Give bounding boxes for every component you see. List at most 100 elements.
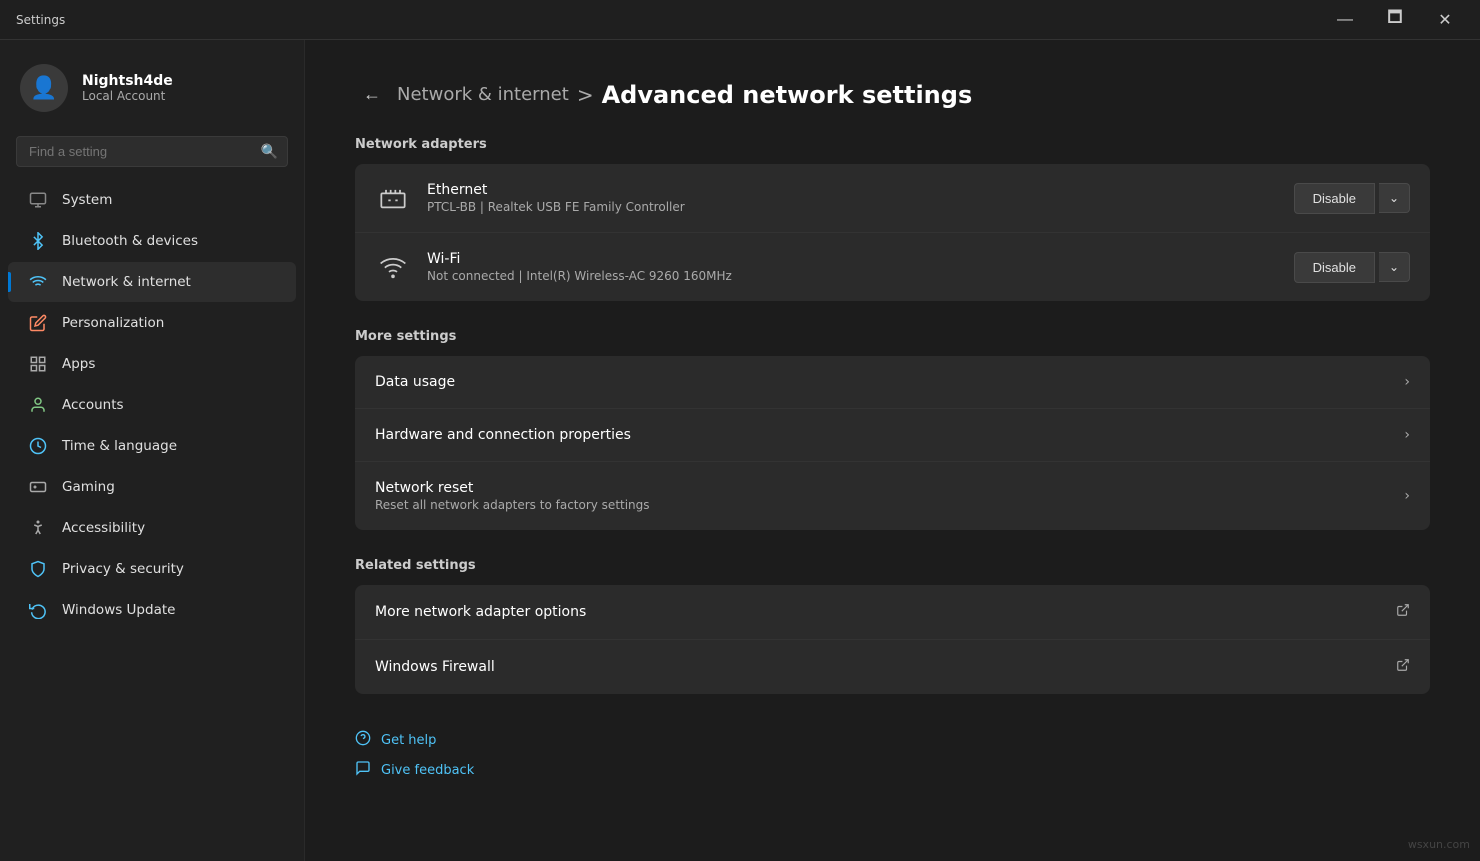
breadcrumb-parent[interactable]: Network & internet [397, 84, 569, 105]
system-icon [28, 190, 48, 210]
user-info: Nightsh4de Local Account [82, 73, 173, 103]
accessibility-icon [28, 518, 48, 538]
sidebar: 👤 Nightsh4de Local Account 🔍 System [0, 40, 305, 861]
sidebar-item-accounts-label: Accounts [62, 397, 124, 413]
wifi-desc: Not connected | Intel(R) Wireless-AC 926… [427, 269, 1278, 283]
get-help-icon [355, 730, 371, 750]
user-profile[interactable]: 👤 Nightsh4de Local Account [0, 48, 304, 132]
wifi-name: Wi-Fi [427, 251, 1278, 267]
close-button[interactable]: ✕ [1422, 4, 1468, 36]
title-bar: Settings — 🗖 ✕ [0, 0, 1480, 40]
more-adapter-options-item[interactable]: More network adapter options [355, 585, 1430, 640]
windows-firewall-item[interactable]: Windows Firewall [355, 640, 1430, 694]
ethernet-desc: PTCL-BB | Realtek USB FE Family Controll… [427, 200, 1278, 214]
main-content: ← Network & internet > Advanced network … [305, 40, 1480, 861]
wifi-actions: Disable ⌄ [1294, 252, 1410, 283]
sidebar-item-personalization[interactable]: Personalization [8, 303, 296, 343]
sidebar-item-bluetooth[interactable]: Bluetooth & devices [8, 221, 296, 261]
user-name: Nightsh4de [82, 73, 173, 89]
network-adapters-card: Ethernet PTCL-BB | Realtek USB FE Family… [355, 164, 1430, 301]
ethernet-disable-button[interactable]: Disable [1294, 183, 1375, 214]
sidebar-item-gaming-label: Gaming [62, 479, 115, 495]
sidebar-item-network[interactable]: Network & internet [8, 262, 296, 302]
ethernet-adapter: Ethernet PTCL-BB | Realtek USB FE Family… [355, 164, 1430, 233]
give-feedback-icon [355, 760, 371, 780]
more-settings-title: More settings [355, 329, 1430, 344]
sidebar-item-system[interactable]: System [8, 180, 296, 220]
sidebar-item-privacy[interactable]: Privacy & security [8, 549, 296, 589]
breadcrumb: ← Network & internet > Advanced network … [355, 80, 1430, 109]
sidebar-item-time[interactable]: Time & language [8, 426, 296, 466]
sidebar-item-personalization-label: Personalization [62, 315, 164, 331]
sidebar-item-accessibility[interactable]: Accessibility [8, 508, 296, 548]
sidebar-item-update[interactable]: Windows Update [8, 590, 296, 630]
related-settings-card: More network adapter options Windows Fir… [355, 585, 1430, 694]
sidebar-item-system-label: System [62, 192, 112, 208]
user-type: Local Account [82, 89, 173, 103]
wifi-icon [375, 249, 411, 285]
data-usage-item[interactable]: Data usage › [355, 356, 1430, 409]
network-reset-desc: Reset all network adapters to factory se… [375, 498, 1404, 512]
update-icon [28, 600, 48, 620]
app-title: Settings [16, 13, 65, 27]
firewall-title: Windows Firewall [375, 659, 1396, 675]
hardware-props-item[interactable]: Hardware and connection properties › [355, 409, 1430, 462]
sidebar-item-network-label: Network & internet [62, 274, 191, 290]
wifi-adapter: Wi-Fi Not connected | Intel(R) Wireless-… [355, 233, 1430, 301]
personalization-icon [28, 313, 48, 333]
wifi-chevron-button[interactable]: ⌄ [1379, 252, 1410, 282]
hardware-props-text: Hardware and connection properties [375, 427, 1404, 443]
give-feedback-link[interactable]: Give feedback [355, 760, 1430, 780]
sidebar-item-gaming[interactable]: Gaming [8, 467, 296, 507]
watermark: wsxun.com [1408, 838, 1470, 851]
data-usage-title: Data usage [375, 374, 1404, 390]
sidebar-item-apps-label: Apps [62, 356, 95, 372]
maximize-button[interactable]: 🗖 [1372, 4, 1418, 36]
sidebar-item-privacy-label: Privacy & security [62, 561, 184, 577]
title-bar-left: Settings [16, 13, 65, 27]
search-box: 🔍 [16, 136, 288, 167]
sidebar-item-time-label: Time & language [62, 438, 177, 454]
avatar-icon: 👤 [30, 76, 57, 101]
network-icon [28, 272, 48, 292]
more-adapter-title: More network adapter options [375, 604, 1396, 620]
network-adapters-title: Network adapters [355, 137, 1430, 152]
data-usage-arrow: › [1404, 374, 1410, 390]
sidebar-nav: System Bluetooth & devices Network & int… [0, 179, 304, 631]
ethernet-chevron-button[interactable]: ⌄ [1379, 183, 1410, 213]
ethernet-actions: Disable ⌄ [1294, 183, 1410, 214]
sidebar-item-bluetooth-label: Bluetooth & devices [62, 233, 198, 249]
hardware-props-title: Hardware and connection properties [375, 427, 1404, 443]
page-title: Advanced network settings [602, 81, 973, 109]
minimize-button[interactable]: — [1322, 4, 1368, 36]
sidebar-item-apps[interactable]: Apps [8, 344, 296, 384]
firewall-ext-icon [1396, 658, 1410, 676]
wifi-info: Wi-Fi Not connected | Intel(R) Wireless-… [427, 251, 1278, 283]
wifi-disable-button[interactable]: Disable [1294, 252, 1375, 283]
data-usage-text: Data usage [375, 374, 1404, 390]
search-icon: 🔍 [261, 144, 278, 160]
app-window: 👤 Nightsh4de Local Account 🔍 System [0, 40, 1480, 861]
apps-icon [28, 354, 48, 374]
hardware-props-arrow: › [1404, 427, 1410, 443]
breadcrumb-separator: > [577, 83, 594, 107]
more-adapter-text: More network adapter options [375, 604, 1396, 620]
more-settings-card: Data usage › Hardware and connection pro… [355, 356, 1430, 530]
network-reset-item[interactable]: Network reset Reset all network adapters… [355, 462, 1430, 530]
ethernet-name: Ethernet [427, 182, 1278, 198]
search-input[interactable] [16, 136, 288, 167]
bluetooth-icon [28, 231, 48, 251]
gaming-icon [28, 477, 48, 497]
related-settings-title: Related settings [355, 558, 1430, 573]
sidebar-item-accessibility-label: Accessibility [62, 520, 145, 536]
more-adapter-ext-icon [1396, 603, 1410, 621]
back-button[interactable]: ← [355, 80, 389, 109]
get-help-link[interactable]: Get help [355, 730, 1430, 750]
ethernet-icon [375, 180, 411, 216]
title-bar-controls: — 🗖 ✕ [1322, 4, 1468, 36]
sidebar-item-update-label: Windows Update [62, 602, 175, 618]
avatar: 👤 [20, 64, 68, 112]
network-reset-text: Network reset Reset all network adapters… [375, 480, 1404, 512]
sidebar-item-accounts[interactable]: Accounts [8, 385, 296, 425]
network-reset-title: Network reset [375, 480, 1404, 496]
